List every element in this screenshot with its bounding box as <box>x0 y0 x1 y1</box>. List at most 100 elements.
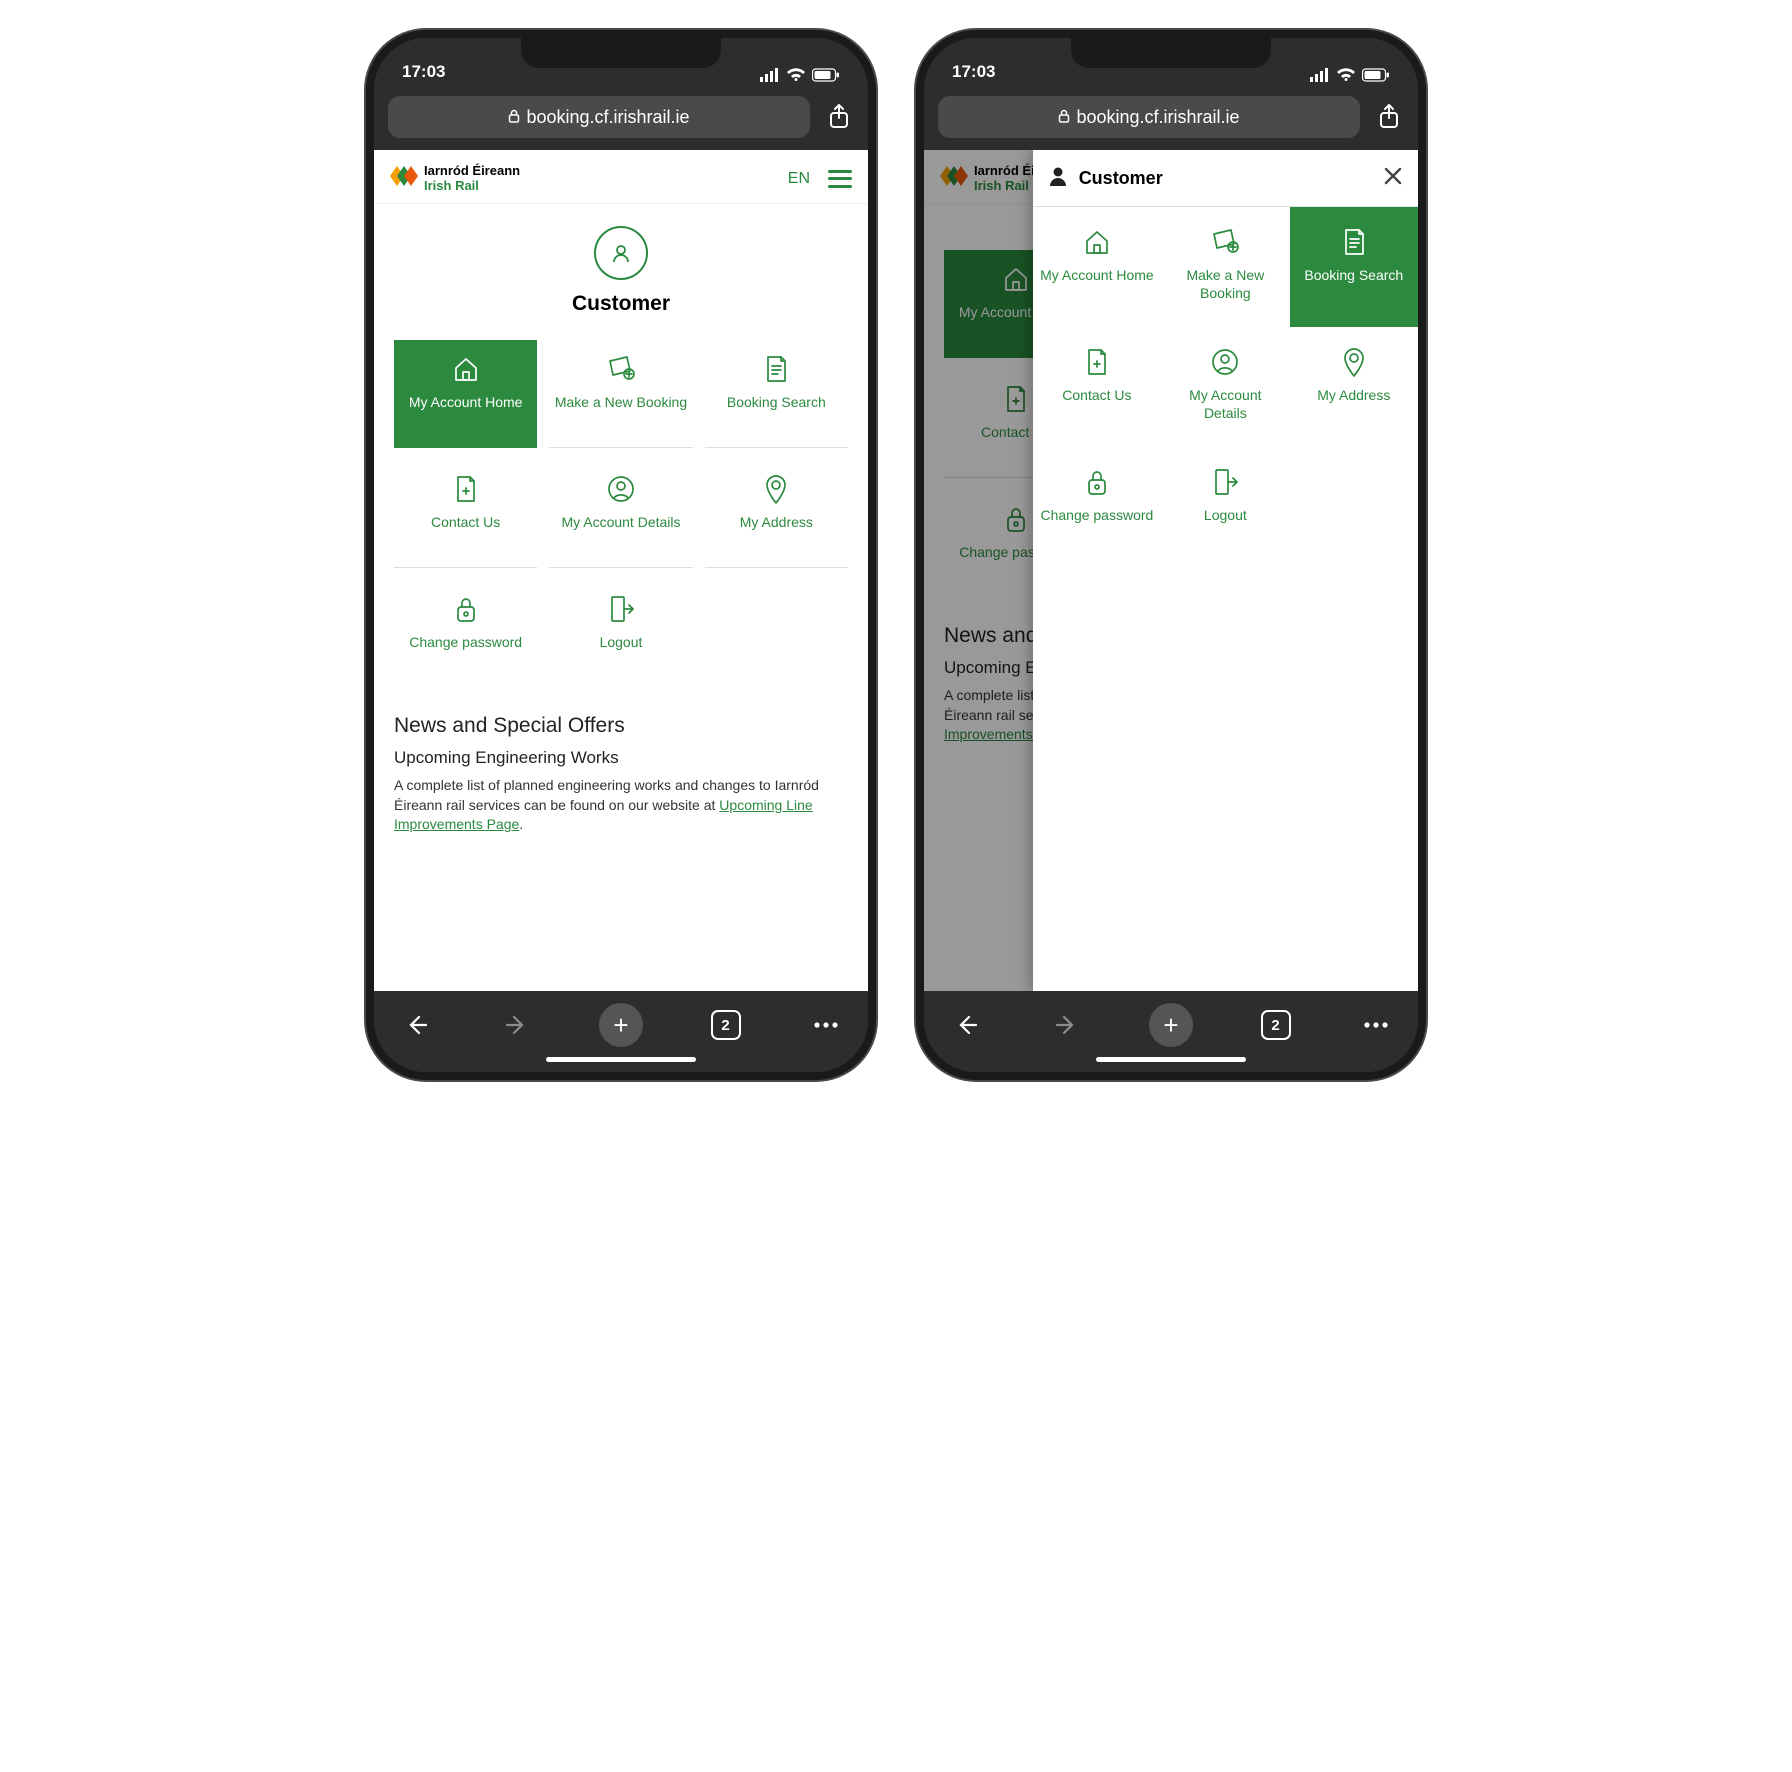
home-indicator[interactable] <box>374 1053 868 1072</box>
tile-contact-us[interactable]: Contact Us <box>394 460 537 568</box>
cellular-icon <box>1310 68 1330 82</box>
panel-title: Customer <box>1079 168 1372 189</box>
lock-icon <box>508 107 520 128</box>
panel-header: Customer <box>1033 150 1418 207</box>
news-body: A complete list of planned engineering w… <box>394 776 848 835</box>
logo-text-line2: Irish Rail <box>424 179 520 193</box>
tile-contact-us[interactable]: Contact Us <box>1033 327 1161 447</box>
tile-label: Booking Search <box>727 394 826 412</box>
browser-url-bar: booking.cf.irishrail.ie <box>374 86 868 150</box>
phone-frame-left: 17:03 booking.cf.irishrail.ie <box>366 30 876 1080</box>
url-text: booking.cf.irishrail.ie <box>526 107 689 128</box>
browser-bottom-bar: + 2 <box>924 991 1418 1053</box>
logout-icon <box>608 592 634 626</box>
hamburger-menu-icon[interactable] <box>828 170 852 188</box>
tabs-button[interactable]: 2 <box>1258 1007 1294 1043</box>
tile-logout[interactable]: Logout <box>1161 447 1289 567</box>
news-trail: . <box>519 816 523 832</box>
user-circle-icon <box>606 472 636 506</box>
wifi-icon <box>1336 68 1356 82</box>
forward-button[interactable] <box>499 1007 535 1043</box>
language-selector[interactable]: EN <box>788 170 810 188</box>
tabs-button[interactable]: 2 <box>708 1007 744 1043</box>
irish-rail-logo[interactable]: Iarnród Éireann Irish Rail <box>390 164 520 193</box>
tile-my-account-home[interactable]: My Account Home <box>1033 207 1161 327</box>
battery-icon <box>812 68 840 82</box>
tab-count: 2 <box>1271 1017 1279 1034</box>
tile-my-account-home[interactable]: My Account Home <box>394 340 537 448</box>
new-tab-button[interactable]: + <box>599 1003 643 1047</box>
forward-button[interactable] <box>1049 1007 1085 1043</box>
new-tab-button[interactable]: + <box>1149 1003 1193 1047</box>
share-button[interactable] <box>824 102 854 132</box>
tile-make-new-booking[interactable]: Make a New Booking <box>1161 207 1289 327</box>
share-button[interactable] <box>1374 102 1404 132</box>
user-circle-icon <box>594 226 648 280</box>
doc-plus-icon <box>454 472 478 506</box>
page-content: Iarnród Éireann Irish Rail My Account Ho… <box>924 150 1418 991</box>
doc-plus-icon <box>1085 345 1109 379</box>
logout-icon <box>1212 465 1238 499</box>
lock-icon <box>1085 465 1109 499</box>
logo-text-line1: Iarnród Éireann <box>424 164 520 178</box>
tile-label: My Account Details <box>561 514 680 532</box>
tab-count: 2 <box>721 1017 729 1034</box>
close-icon[interactable] <box>1384 164 1402 192</box>
tile-grid-left: My Account Home Make a New Booking Booki… <box>374 330 868 698</box>
customer-title: Customer <box>374 292 868 316</box>
pin-icon <box>1342 345 1366 379</box>
tile-my-address[interactable]: My Address <box>705 460 848 568</box>
user-circle-icon <box>1210 345 1240 379</box>
tile-label: Contact Us <box>431 514 500 532</box>
app-header: Iarnród Éireann Irish Rail EN <box>374 150 868 204</box>
tile-logout[interactable]: Logout <box>549 580 692 688</box>
tile-booking-search[interactable]: Booking Search <box>1290 207 1418 327</box>
cellular-icon <box>760 68 780 82</box>
doc-search-icon <box>1341 225 1367 259</box>
ticket-plus-icon <box>1209 225 1241 259</box>
lock-icon <box>454 592 478 626</box>
url-text: booking.cf.irishrail.ie <box>1076 107 1239 128</box>
news-heading: News and Special Offers <box>394 714 848 738</box>
page-content: Iarnród Éireann Irish Rail EN Customer M… <box>374 150 868 991</box>
more-button[interactable] <box>808 1007 844 1043</box>
phone-notch <box>1071 38 1271 68</box>
tile-label: My Address <box>1317 387 1390 405</box>
news-section: News and Special Offers Upcoming Enginee… <box>374 698 868 851</box>
side-panel: Customer My Account Home Make a New Book… <box>1033 150 1418 991</box>
tile-booking-search[interactable]: Booking Search <box>705 340 848 448</box>
home-indicator[interactable] <box>924 1053 1418 1072</box>
tile-change-password[interactable]: Change password <box>394 580 537 688</box>
tile-my-address[interactable]: My Address <box>1290 327 1418 447</box>
pin-icon <box>764 472 788 506</box>
customer-hero: Customer <box>374 204 868 330</box>
url-pill[interactable]: booking.cf.irishrail.ie <box>938 96 1360 138</box>
tile-my-account-details[interactable]: My Account Details <box>549 460 692 568</box>
status-time: 17:03 <box>952 62 995 82</box>
back-button[interactable] <box>398 1007 434 1043</box>
tile-label: Change password <box>1040 507 1153 525</box>
more-button[interactable] <box>1358 1007 1394 1043</box>
home-icon <box>451 352 481 386</box>
tile-change-password[interactable]: Change password <box>1033 447 1161 567</box>
wifi-icon <box>786 68 806 82</box>
back-button[interactable] <box>948 1007 984 1043</box>
tile-label: Logout <box>600 634 643 652</box>
tile-label: Logout <box>1204 507 1247 525</box>
tile-label: Booking Search <box>1304 267 1403 285</box>
tile-label: My Address <box>740 514 813 532</box>
news-subheading: Upcoming Engineering Works <box>394 748 848 768</box>
browser-bottom-bar: + 2 <box>374 991 868 1053</box>
logo-diamond-icon <box>390 164 418 193</box>
user-silhouette-icon <box>1049 166 1067 191</box>
home-icon <box>1082 225 1112 259</box>
tile-label: Contact Us <box>1062 387 1131 405</box>
status-time: 17:03 <box>402 62 445 82</box>
doc-search-icon <box>763 352 789 386</box>
url-pill[interactable]: booking.cf.irishrail.ie <box>388 96 810 138</box>
tile-label: My Account Home <box>1040 267 1154 285</box>
tile-make-new-booking[interactable]: Make a New Booking <box>549 340 692 448</box>
tile-label: Change password <box>409 634 522 652</box>
phone-frame-right: 17:03 booking.cf.irishrail.ie <box>916 30 1426 1080</box>
tile-my-account-details[interactable]: My Account Details <box>1161 327 1289 447</box>
